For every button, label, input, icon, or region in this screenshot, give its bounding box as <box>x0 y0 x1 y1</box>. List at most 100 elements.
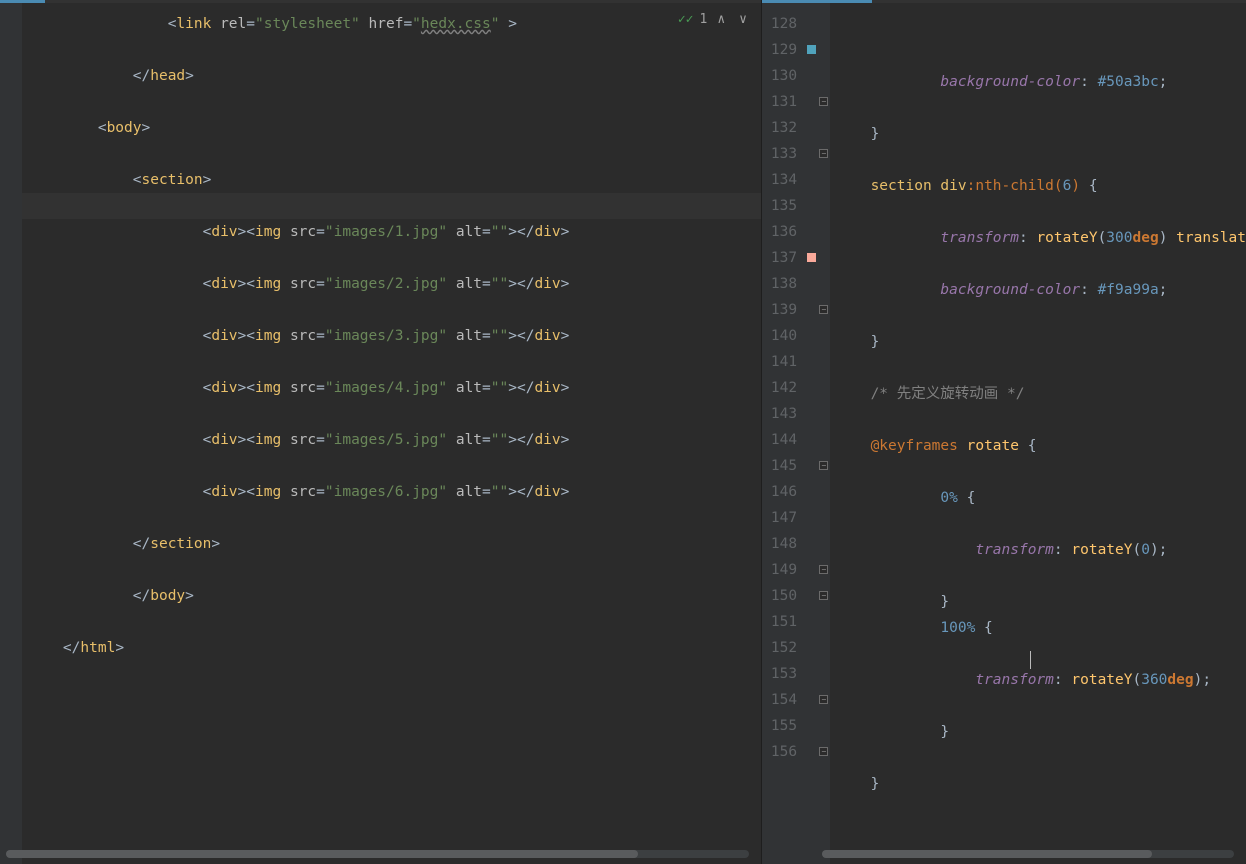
code-line[interactable]: <link rel="stylesheet" href="hedx.css" > <box>22 11 761 37</box>
fold-marker-icon[interactable]: − <box>819 747 828 756</box>
editor-left[interactable]: <link rel="stylesheet" href="hedx.css" >… <box>0 3 761 864</box>
code-line[interactable]: transform: rotateY(300deg) translat <box>830 225 1246 251</box>
line-number: 146 <box>762 479 797 505</box>
editor-pane-left: ✓✓ 1 ∧ ∨ <link rel="stylesheet" href="he… <box>0 0 762 864</box>
code-line[interactable] <box>830 641 1246 667</box>
code-area-right[interactable]: background-color: #50a3bc; } section div… <box>830 3 1246 864</box>
code-line[interactable]: } <box>830 121 1246 147</box>
code-line[interactable] <box>830 407 1246 433</box>
code-area-left[interactable]: <link rel="stylesheet" href="hedx.css" >… <box>22 3 761 864</box>
fold-marker-icon[interactable]: − <box>819 565 828 574</box>
code-line[interactable] <box>830 199 1246 225</box>
code-line[interactable]: <div><img src="images/2.jpg" alt=""></di… <box>22 271 761 297</box>
line-number: 153 <box>762 661 797 687</box>
line-number: 144 <box>762 427 797 453</box>
code-line[interactable] <box>830 251 1246 277</box>
code-line[interactable] <box>830 511 1246 537</box>
line-number: 141 <box>762 349 797 375</box>
line-number: 135 <box>762 193 797 219</box>
line-number: 134 <box>762 167 797 193</box>
code-line[interactable] <box>22 349 761 375</box>
code-line[interactable]: transform: rotateY(360deg); <box>830 667 1246 693</box>
line-number: 130 <box>762 63 797 89</box>
line-number: 156 <box>762 739 797 765</box>
code-line[interactable] <box>830 459 1246 485</box>
code-line[interactable] <box>830 693 1246 719</box>
code-line[interactable] <box>22 609 761 635</box>
line-number: 143 <box>762 401 797 427</box>
fold-marker-icon[interactable]: − <box>819 97 828 106</box>
code-line[interactable]: <div><img src="images/6.jpg" alt=""></di… <box>22 479 761 505</box>
line-number: 132 <box>762 115 797 141</box>
code-line[interactable]: section div:nth-child(6) { <box>830 173 1246 199</box>
code-line[interactable] <box>830 303 1246 329</box>
code-line[interactable]: </body> <box>22 583 761 609</box>
line-number: 148 <box>762 531 797 557</box>
line-number: 128 <box>762 11 797 37</box>
color-swatch[interactable] <box>807 253 816 262</box>
code-line[interactable]: background-color: #f9a99a; <box>830 277 1246 303</box>
code-line[interactable] <box>22 453 761 479</box>
line-number: 150 <box>762 583 797 609</box>
code-line[interactable]: /* 先定义旋转动画 */ <box>830 381 1246 407</box>
code-line[interactable]: <div><img src="images/4.jpg" alt=""></di… <box>22 375 761 401</box>
editor-right[interactable]: 1281291301311321331341351361371381391401… <box>762 3 1246 864</box>
code-line[interactable] <box>830 95 1246 121</box>
code-line[interactable]: background-color: #50a3bc; <box>830 69 1246 95</box>
code-line[interactable] <box>22 297 761 323</box>
code-line[interactable] <box>22 141 761 167</box>
line-number: 136 <box>762 219 797 245</box>
code-line[interactable]: } <box>830 329 1246 355</box>
line-number: 149 <box>762 557 797 583</box>
code-line[interactable] <box>22 37 761 63</box>
code-line[interactable] <box>830 745 1246 771</box>
code-line[interactable]: <div><img src="images/3.jpg" alt=""></di… <box>22 323 761 349</box>
code-line[interactable]: } <box>830 589 1246 615</box>
code-line[interactable]: <div><img src="images/5.jpg" alt=""></di… <box>22 427 761 453</box>
code-line[interactable]: 100% { <box>830 615 1246 641</box>
line-number: 154 <box>762 687 797 713</box>
code-line[interactable]: </html> <box>22 635 761 661</box>
code-line[interactable] <box>22 557 761 583</box>
code-line[interactable] <box>22 505 761 531</box>
fold-marker-icon[interactable]: − <box>819 305 828 314</box>
line-number: 137 <box>762 245 797 271</box>
line-number: 151 <box>762 609 797 635</box>
code-line[interactable] <box>22 193 761 219</box>
color-swatch-gutter <box>805 3 817 864</box>
code-line[interactable] <box>22 89 761 115</box>
line-number: 129 <box>762 37 797 63</box>
code-line[interactable]: <body> <box>22 115 761 141</box>
code-line[interactable]: transform: rotateY(0); <box>830 537 1246 563</box>
code-line[interactable]: </section> <box>22 531 761 557</box>
code-line[interactable] <box>22 245 761 271</box>
text-caret <box>1030 651 1031 669</box>
code-line[interactable] <box>830 355 1246 381</box>
scrollbar-horizontal-right[interactable] <box>822 850 1234 858</box>
code-line[interactable]: @keyframes rotate { <box>830 433 1246 459</box>
code-line[interactable] <box>830 43 1246 69</box>
line-number: 139 <box>762 297 797 323</box>
code-line[interactable]: } <box>830 771 1246 797</box>
line-number: 138 <box>762 271 797 297</box>
code-line[interactable]: 0% { <box>830 485 1246 511</box>
line-number: 145 <box>762 453 797 479</box>
fold-marker-icon[interactable]: − <box>819 149 828 158</box>
code-line[interactable]: } <box>830 719 1246 745</box>
code-line[interactable] <box>830 147 1246 173</box>
line-number: 147 <box>762 505 797 531</box>
line-number: 155 <box>762 713 797 739</box>
color-swatch[interactable] <box>807 45 816 54</box>
code-line[interactable]: </head> <box>22 63 761 89</box>
code-line[interactable] <box>830 563 1246 589</box>
scrollbar-horizontal-left[interactable] <box>6 850 749 858</box>
code-line[interactable]: <div><img src="images/1.jpg" alt=""></di… <box>22 219 761 245</box>
code-line[interactable]: <section> <box>22 167 761 193</box>
editor-pane-right: 1281291301311321331341351361371381391401… <box>762 0 1246 864</box>
code-line[interactable] <box>22 401 761 427</box>
ide-split-editor: ✓✓ 1 ∧ ∨ <link rel="stylesheet" href="he… <box>0 0 1246 864</box>
fold-marker-icon[interactable]: − <box>819 695 828 704</box>
line-number-gutter: 1281291301311321331341351361371381391401… <box>762 3 805 864</box>
fold-marker-icon[interactable]: − <box>819 591 828 600</box>
fold-marker-icon[interactable]: − <box>819 461 828 470</box>
